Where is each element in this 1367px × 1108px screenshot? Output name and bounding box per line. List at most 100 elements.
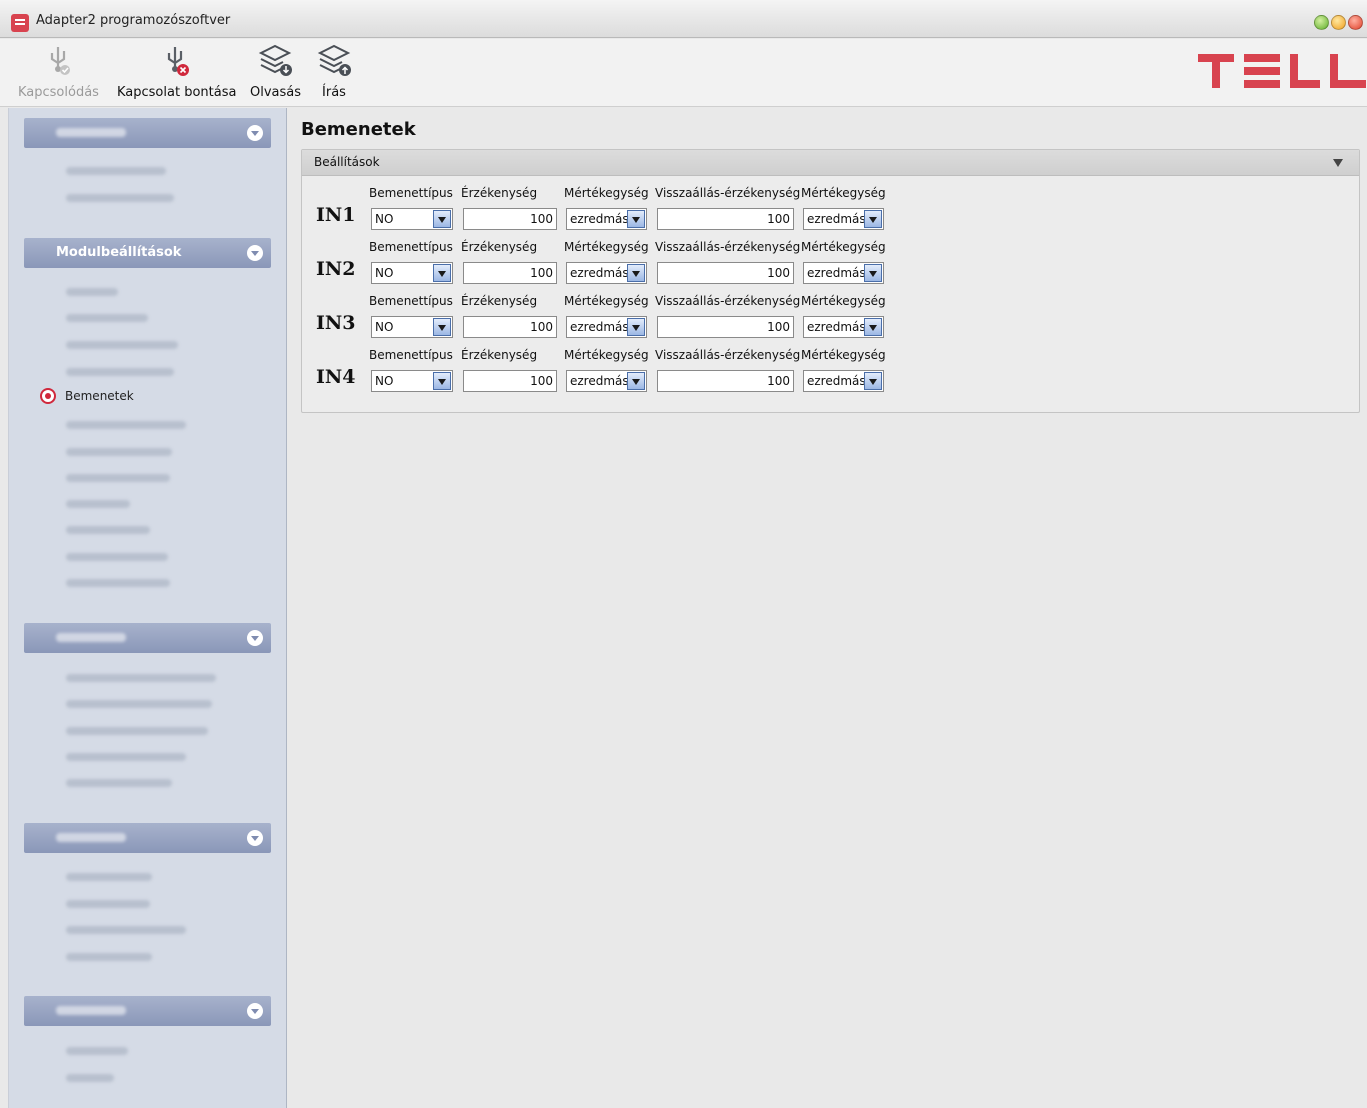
field-value: NO [375, 320, 394, 334]
input-restore-sensitivity[interactable]: 100 [657, 316, 794, 338]
collapse-arrow-icon[interactable] [1333, 159, 1343, 167]
dropdown-arrow-icon[interactable] [433, 372, 451, 390]
sidebar-item[interactable] [66, 674, 216, 682]
sidebar-item[interactable] [66, 579, 170, 587]
sidebar-item[interactable] [66, 700, 212, 708]
sidebar-item[interactable] [66, 448, 172, 456]
write-button[interactable]: Írás [312, 43, 356, 100]
select-unit[interactable]: ezredmás [566, 262, 647, 284]
sidebar-item-bemenetek[interactable]: Bemenetek [40, 388, 134, 404]
field-value: ezredmás [570, 212, 629, 226]
column-label-input-type: Bemenettípus [369, 240, 453, 254]
field-value: NO [375, 266, 394, 280]
sidebar-item[interactable] [66, 421, 186, 429]
select-unit[interactable]: ezredmás [566, 316, 647, 338]
settings-panel-header[interactable]: Beállítások [302, 150, 1359, 176]
column-label-sensitivity: Érzékenység [461, 186, 538, 200]
select-unit[interactable]: ezredmás [566, 208, 647, 230]
sidebar-section-header-3[interactable] [24, 623, 271, 653]
input-name: IN4 [316, 366, 356, 388]
window-titlebar: Adapter2 programozószoftver [0, 0, 1367, 38]
select-restore-unit[interactable]: ezredmás [803, 316, 884, 338]
sidebar-item[interactable] [66, 314, 148, 322]
sidebar-section-header-5[interactable] [24, 996, 271, 1026]
column-label-restore-unit: Mértékegység [801, 294, 886, 308]
sidebar-section-header-1[interactable] [24, 118, 271, 148]
minimize-button[interactable] [1314, 15, 1329, 30]
maximize-button[interactable] [1331, 15, 1346, 30]
read-button[interactable]: Olvasás [250, 43, 301, 100]
dropdown-arrow-icon[interactable] [627, 210, 645, 228]
sidebar-item[interactable] [66, 368, 174, 376]
field-value: 100 [767, 266, 790, 280]
dropdown-arrow-icon[interactable] [627, 372, 645, 390]
select-unit[interactable]: ezredmás [566, 370, 647, 392]
sidebar-item[interactable] [66, 194, 174, 202]
field-value: 100 [767, 374, 790, 388]
field-value: ezredmás [570, 320, 629, 334]
input-row-in3: IN3 Bemenettípus NO Érzékenység 100 Mértékegy… [301, 294, 1341, 348]
sidebar-item[interactable] [66, 1074, 114, 1082]
dropdown-arrow-icon[interactable] [864, 318, 882, 336]
column-label-restore-sensitivity: Visszaállás-érzékenység [655, 348, 801, 362]
sidebar-item[interactable] [66, 753, 186, 761]
sidebar-item[interactable] [66, 526, 150, 534]
connect-button[interactable]: Kapcsolódás [18, 43, 99, 100]
sidebar-item[interactable] [66, 167, 166, 175]
column-label-input-type: Bemenettípus [369, 294, 453, 308]
disconnect-button[interactable]: Kapcsolat bontása [117, 43, 236, 100]
input-restore-sensitivity[interactable]: 100 [657, 262, 794, 284]
input-row-in2: IN2 Bemenettípus NO Érzékenység 100 Mértékegy… [301, 240, 1341, 294]
sidebar-section-header-4[interactable] [24, 823, 271, 853]
column-label-unit: Mértékegység [564, 348, 649, 362]
input-sensitivity[interactable]: 100 [463, 262, 557, 284]
dropdown-arrow-icon[interactable] [864, 210, 882, 228]
input-restore-sensitivity[interactable]: 100 [657, 208, 794, 230]
sidebar-item[interactable] [66, 900, 150, 908]
dropdown-arrow-icon[interactable] [627, 264, 645, 282]
dropdown-arrow-icon[interactable] [627, 318, 645, 336]
sidebar-item[interactable] [66, 474, 170, 482]
input-restore-sensitivity[interactable]: 100 [657, 370, 794, 392]
select-restore-unit[interactable]: ezredmás [803, 208, 884, 230]
sidebar-item[interactable] [66, 1047, 128, 1055]
sidebar-item[interactable] [66, 926, 186, 934]
sidebar-item[interactable] [66, 288, 118, 296]
column-label-restore-unit: Mértékegység [801, 348, 886, 362]
input-sensitivity[interactable]: 100 [463, 316, 557, 338]
close-button[interactable] [1348, 15, 1363, 30]
select-restore-unit[interactable]: ezredmás [803, 262, 884, 284]
dropdown-arrow-icon[interactable] [864, 264, 882, 282]
dropdown-arrow-icon[interactable] [433, 318, 451, 336]
dropdown-arrow-icon[interactable] [864, 372, 882, 390]
connect-label: Kapcsolódás [18, 85, 99, 100]
dropdown-arrow-icon[interactable] [433, 210, 451, 228]
sidebar-item[interactable] [66, 873, 152, 881]
input-sensitivity[interactable]: 100 [463, 370, 557, 392]
sidebar-item[interactable] [66, 341, 178, 349]
input-row-in4: IN4 Bemenettípus NO Érzékenység 100 Mértékegy… [301, 348, 1341, 402]
field-value: ezredmás [807, 374, 866, 388]
chevron-down-icon [247, 245, 263, 261]
sidebar-item[interactable] [66, 500, 130, 508]
field-value: 100 [530, 212, 553, 226]
input-name: IN3 [316, 312, 356, 334]
input-sensitivity[interactable]: 100 [463, 208, 557, 230]
column-label-input-type: Bemenettípus [369, 186, 453, 200]
sidebar-item[interactable] [66, 779, 172, 787]
column-label-unit: Mértékegység [564, 186, 649, 200]
chevron-down-icon [247, 630, 263, 646]
window-title: Adapter2 programozószoftver [36, 13, 231, 28]
sidebar-item[interactable] [66, 553, 168, 561]
sidebar-section-module-settings[interactable]: Modulbeállítások [24, 238, 271, 268]
column-label-restore-unit: Mértékegység [801, 240, 886, 254]
select-restore-unit[interactable]: ezredmás [803, 370, 884, 392]
dropdown-arrow-icon[interactable] [433, 264, 451, 282]
sidebar-item[interactable] [66, 727, 208, 735]
sidebar-item[interactable] [66, 953, 152, 961]
select-input-type[interactable]: NO [371, 316, 453, 338]
select-input-type[interactable]: NO [371, 208, 453, 230]
select-input-type[interactable]: NO [371, 262, 453, 284]
sidebar-item-label: Bemenetek [65, 389, 134, 403]
select-input-type[interactable]: NO [371, 370, 453, 392]
